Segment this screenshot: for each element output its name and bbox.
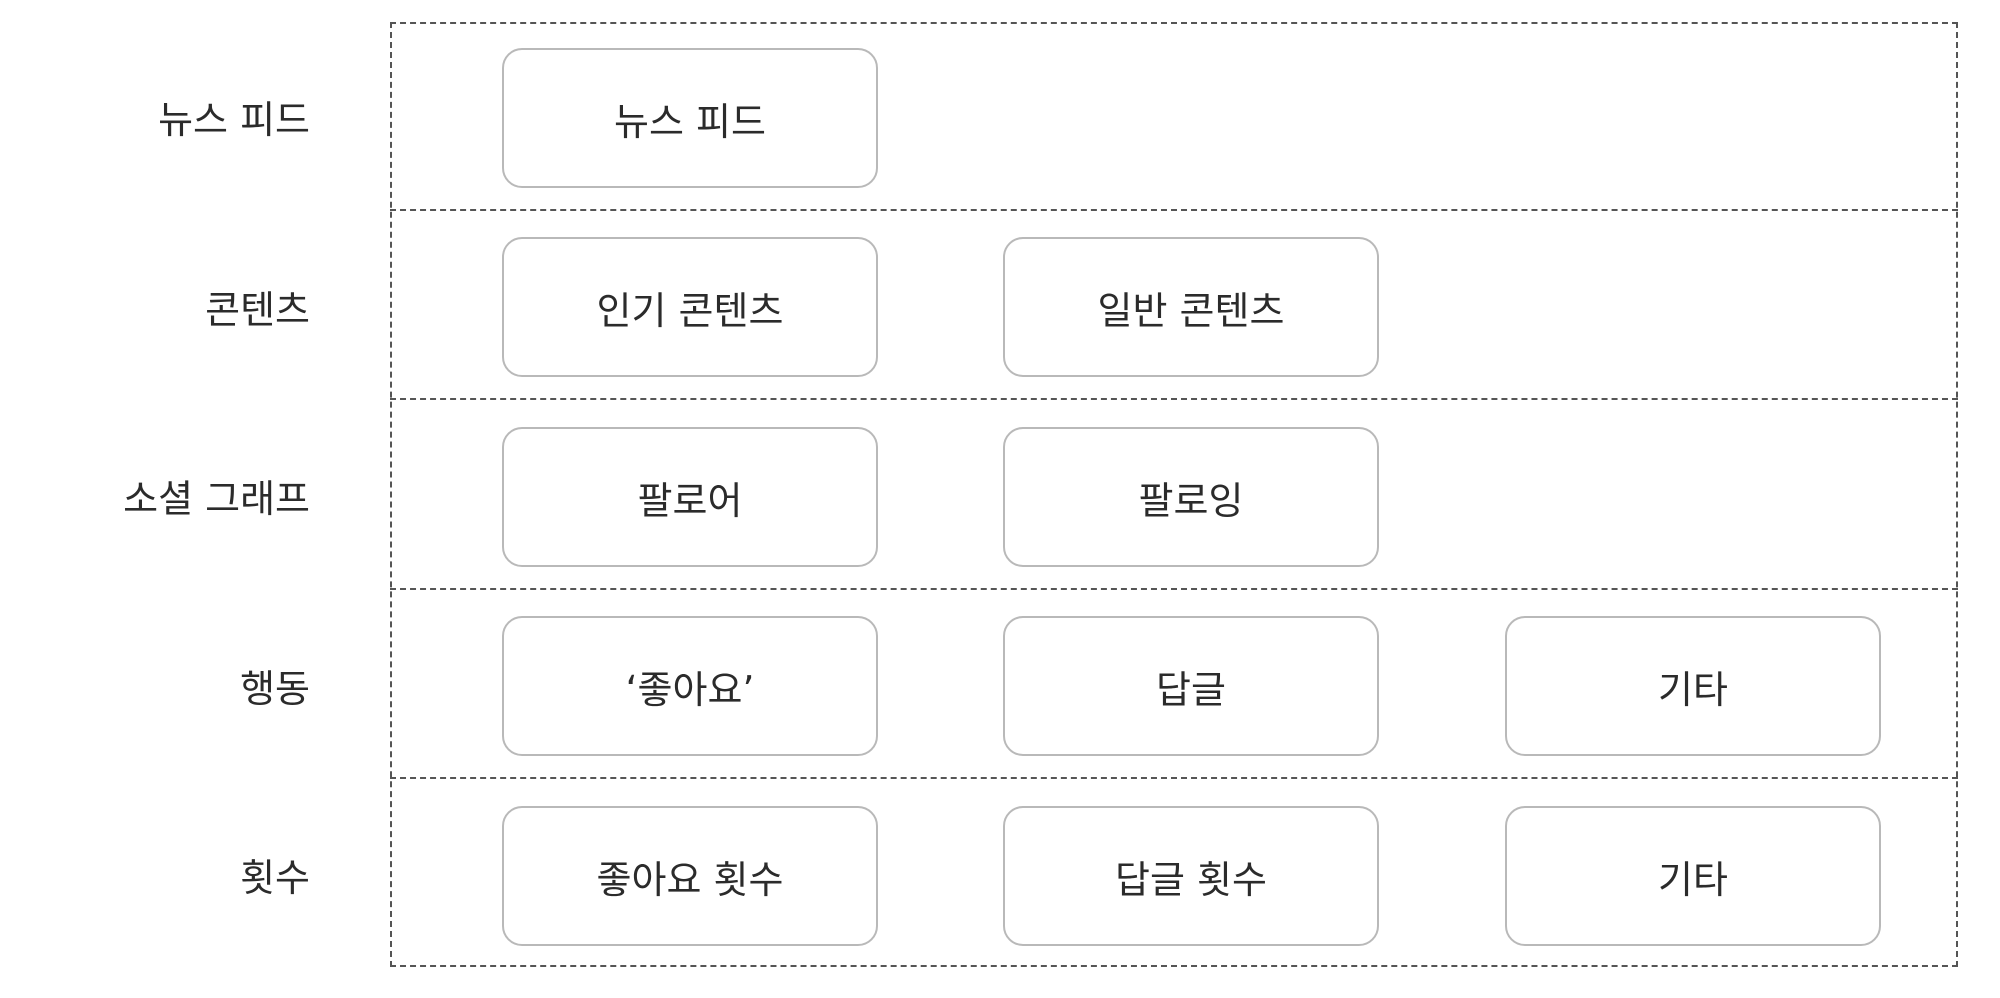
node-like-count: 좋아요 횟수 <box>502 806 878 946</box>
node-followers: 팔로어 <box>502 427 878 567</box>
node-like: ‘좋아요’ <box>502 616 878 756</box>
node-news-feed: 뉴스 피드 <box>502 48 878 188</box>
row-label-social-graph: 소셜 그래프 <box>123 477 310 521</box>
node-general-content: 일반 콘텐츠 <box>1003 237 1379 377</box>
node-count-other: 기타 <box>1505 806 1881 946</box>
node-action-other: 기타 <box>1505 616 1881 756</box>
band-divider <box>390 398 1958 400</box>
band-divider <box>390 777 1958 779</box>
node-reply-count: 답글 횟수 <box>1003 806 1379 946</box>
row-label-action: 행동 <box>240 667 310 711</box>
band-divider <box>390 209 1958 211</box>
feature-layer-diagram: 뉴스 피드 콘텐츠 소셜 그래프 행동 횟수 뉴스 피드 인기 콘텐츠 일반 콘… <box>0 0 2000 998</box>
node-following: 팔로잉 <box>1003 427 1379 567</box>
node-reply: 답글 <box>1003 616 1379 756</box>
band-divider <box>390 588 1958 590</box>
row-label-count: 횟수 <box>240 856 310 900</box>
row-label-content: 콘텐츠 <box>205 288 310 332</box>
row-label-news-feed: 뉴스 피드 <box>158 98 310 142</box>
node-popular-content: 인기 콘텐츠 <box>502 237 878 377</box>
